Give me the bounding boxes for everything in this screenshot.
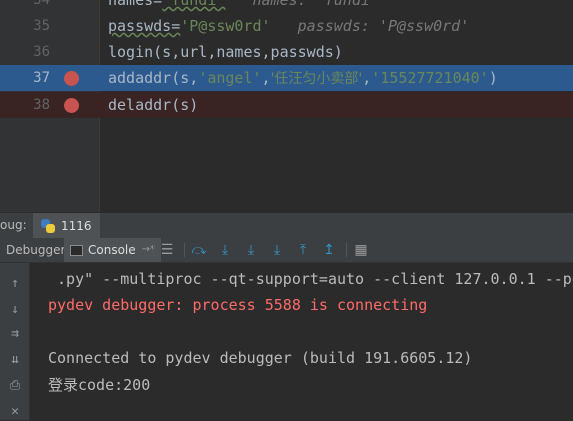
code-text: addaddr(s,'angel','任汪匀小卖部','15527721040'…	[108, 69, 498, 87]
breakpoint-icon[interactable]	[64, 71, 79, 86]
debug-session-tab[interactable]: 1116	[33, 213, 100, 238]
code-text: passwds='P@ssw0rd' passwds: 'P@ssw0rd'	[108, 17, 470, 35]
breakpoint-line[interactable]: 38 deladdr(s)	[0, 92, 573, 118]
line-number: 35	[33, 18, 50, 34]
menu-icon[interactable]: ☰	[158, 241, 176, 259]
console-line: 登录code:200	[48, 376, 151, 394]
line-number: 36	[33, 44, 50, 60]
breakpoint-icon[interactable]	[64, 98, 79, 113]
debug-window-label: oug:	[0, 218, 27, 232]
code-text: deladdr(s)	[108, 96, 199, 114]
console-icon	[70, 244, 83, 256]
console-line: Connected to pydev debugger (build 191.6…	[48, 349, 473, 367]
console-output[interactable]: .py" --multiproc --qt-support=auto --cli…	[31, 263, 573, 420]
clear-all-icon[interactable]: ✕	[6, 403, 24, 421]
print-icon[interactable]: ⎙	[6, 377, 24, 395]
code-line[interactable]: 36 login(s,url,names,passwds)	[0, 39, 573, 65]
code-line[interactable]: 35 passwds='P@ssw0rd' passwds: 'P@ssw0rd…	[0, 13, 573, 39]
step-over-icon[interactable]: ⤼	[190, 241, 208, 259]
soft-wrap-icon[interactable]: ⇉	[6, 325, 24, 343]
step-out-icon[interactable]: ⤒	[294, 241, 312, 259]
scroll-up-icon[interactable]: ↑	[6, 275, 24, 293]
toolbar-divider	[184, 243, 185, 257]
tab-console[interactable]: Console →*	[64, 238, 162, 262]
step-into-my-code-icon[interactable]: ⤓	[242, 241, 260, 259]
toolbar-divider	[153, 243, 154, 257]
line-number: 38	[33, 97, 50, 113]
tab-console-label: Console	[88, 243, 136, 257]
run-to-cursor-icon[interactable]: ↥	[320, 241, 338, 259]
session-tab-label: 1116	[61, 218, 92, 233]
code-line[interactable]: 34 names='fundi' names: 'fundi'	[0, 0, 573, 13]
toolbar-divider	[346, 243, 347, 257]
evaluate-expression-icon[interactable]: ▦	[352, 241, 370, 259]
python-icon	[41, 218, 55, 233]
force-step-into-icon[interactable]: ⤓	[268, 241, 286, 259]
step-into-icon[interactable]: ⤓	[216, 241, 234, 259]
code-editor[interactable]: 34 names='fundi' names: 'fundi' 35 passw…	[0, 0, 573, 212]
console-left-toolbar: ↑ ↓ ⇉ ⇊ ⎙ ✕	[0, 263, 30, 420]
console-line: .py" --multiproc --qt-support=auto --cli…	[48, 270, 573, 288]
code-text: login(s,url,names,passwds)	[108, 43, 343, 61]
debug-toolbar: Debugger Console →* ☰ ⤼ ⤓ ⤓ ⤓ ⤒ ↥ ▦	[0, 238, 573, 263]
debug-session-bar: oug: 1116	[0, 212, 573, 238]
line-number: 37	[33, 70, 50, 86]
scroll-down-icon[interactable]: ↓	[6, 301, 24, 319]
execution-line[interactable]: 37 addaddr(s,'angel','任汪匀小卖部','155277210…	[0, 65, 573, 91]
code-text: names='fundi' names: 'fundi'	[108, 0, 379, 9]
tab-debugger[interactable]: Debugger	[0, 238, 71, 262]
console-line: pydev debugger: process 5588 is connecti…	[48, 296, 428, 314]
line-number: 34	[33, 0, 50, 8]
scroll-to-end-icon[interactable]: ⇊	[6, 351, 24, 369]
